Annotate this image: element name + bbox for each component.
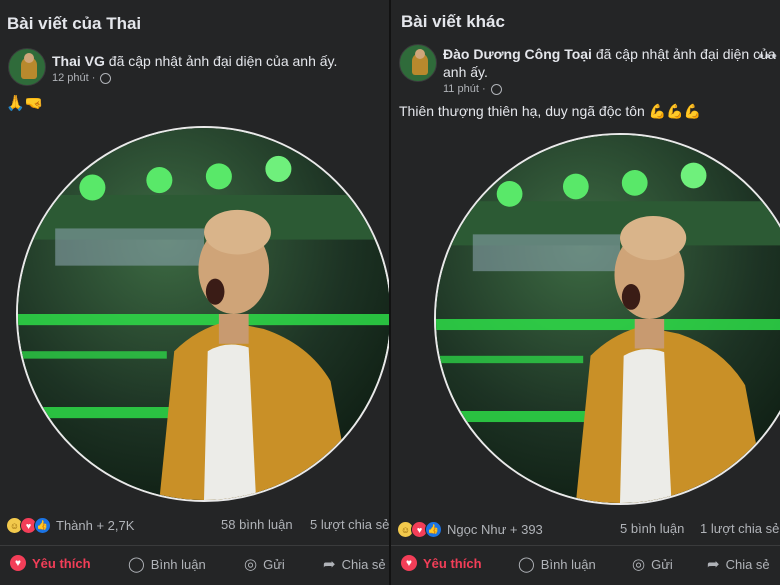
section-title: Bài viết của Thai [7, 14, 142, 33]
profile-photo[interactable] [434, 133, 780, 505]
reaction-summary[interactable]: ☺ ♥ 👍 Thành + 2,7K [6, 517, 134, 534]
action-bar: ♥ Yêu thích ◯ Bình luận ◎ Gửi ➦ Chia sẻ [0, 545, 389, 582]
globe-icon [490, 83, 502, 95]
messenger-icon: ◎ [632, 556, 646, 573]
comment-count[interactable]: 58 bình luận [221, 517, 293, 532]
reaction-count: Thành + 2,7K [56, 518, 135, 533]
heart-icon: ♥ [10, 555, 26, 571]
comment-button[interactable]: ◯ Bình luận [518, 555, 596, 573]
share-button[interactable]: ➦ Chia sẻ [707, 555, 770, 573]
post-panel-right: Bài viết khác ••• Đào Dương Công Toại đã… [391, 0, 780, 585]
share-count[interactable]: 5 lượt chia sẻ [310, 517, 389, 532]
share-count[interactable]: 1 lượt chia sẻ [700, 521, 779, 536]
author-name[interactable]: Thai VG [52, 53, 105, 69]
share-label: Chia sẻ [341, 556, 386, 572]
send-button[interactable]: ◎ Gửi [244, 555, 285, 573]
post-header: Thai VG đã cập nhật ảnh đại diện của anh… [52, 52, 372, 70]
comment-label: Bình luận [150, 556, 206, 572]
post-meta: 11 phút · [443, 83, 502, 95]
share-label: Chia sẻ [725, 556, 770, 572]
post-header: Đào Dương Công Toại đã cập nhật ảnh đại … [443, 45, 780, 81]
post-caption: Thiên thượng thiên hạ, duy ngã độc tôn 💪… [399, 103, 702, 119]
post-caption: 🙏🤜 [6, 95, 44, 112]
share-icon: ➦ [323, 556, 336, 573]
avatar[interactable] [399, 44, 437, 82]
like-button[interactable]: ♥ Yêu thích [10, 555, 91, 571]
share-icon: ➦ [707, 556, 720, 573]
like-button[interactable]: ♥ Yêu thích [401, 555, 482, 571]
like-label: Yêu thích [423, 555, 482, 571]
like-reaction-icon: 👍 [34, 517, 51, 534]
avatar[interactable] [8, 48, 46, 86]
comment-label: Bình luận [540, 556, 596, 572]
share-button[interactable]: ➦ Chia sẻ [323, 555, 386, 573]
action-bar: ♥ Yêu thích ◯ Bình luận ◎ Gửi ➦ Chia sẻ [391, 545, 780, 582]
send-label: Gửi [263, 556, 285, 572]
comment-icon: ◯ [518, 556, 535, 573]
reaction-count: Ngọc Như + 393 [447, 522, 543, 537]
post-meta: 12 phút · [52, 72, 112, 84]
post-panel-left: Bài viết của Thai Thai VG đã cập nhật ản… [0, 0, 389, 585]
heart-icon: ♥ [401, 555, 417, 571]
like-reaction-icon: 👍 [425, 521, 442, 538]
globe-icon [100, 72, 112, 84]
send-label: Gửi [651, 556, 673, 572]
comment-count[interactable]: 5 bình luận [620, 521, 684, 536]
reaction-summary[interactable]: ☺ ♥ 👍 Ngọc Như + 393 [397, 521, 543, 538]
section-title: Bài viết khác [401, 12, 505, 31]
comment-icon: ◯ [128, 556, 145, 573]
profile-photo[interactable] [16, 126, 389, 502]
post-action-text: đã cập nhật ảnh đại diện của anh ấy. [108, 53, 338, 69]
author-name[interactable]: Đào Dương Công Toại [443, 46, 592, 62]
comment-button[interactable]: ◯ Bình luận [128, 555, 206, 573]
messenger-icon: ◎ [244, 556, 258, 573]
send-button[interactable]: ◎ Gửi [632, 555, 673, 573]
timestamp[interactable]: 12 phút [52, 72, 89, 84]
like-label: Yêu thích [32, 555, 91, 571]
timestamp[interactable]: 11 phút [443, 83, 479, 95]
